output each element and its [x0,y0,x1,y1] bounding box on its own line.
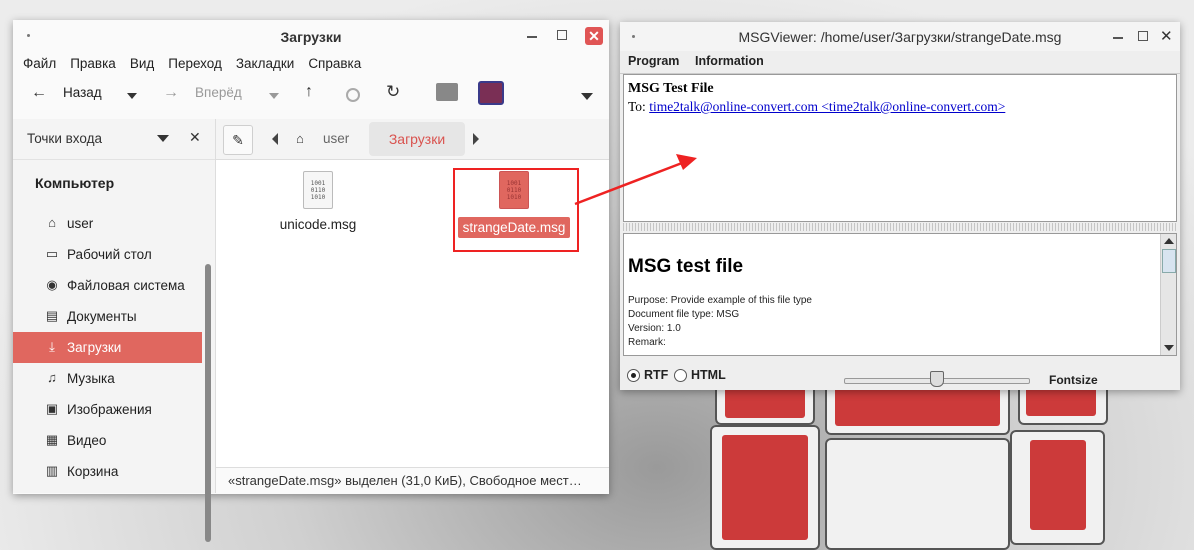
annotation-arrow [574,154,697,206]
arrow-line [574,161,683,206]
arrow-head [676,154,697,170]
